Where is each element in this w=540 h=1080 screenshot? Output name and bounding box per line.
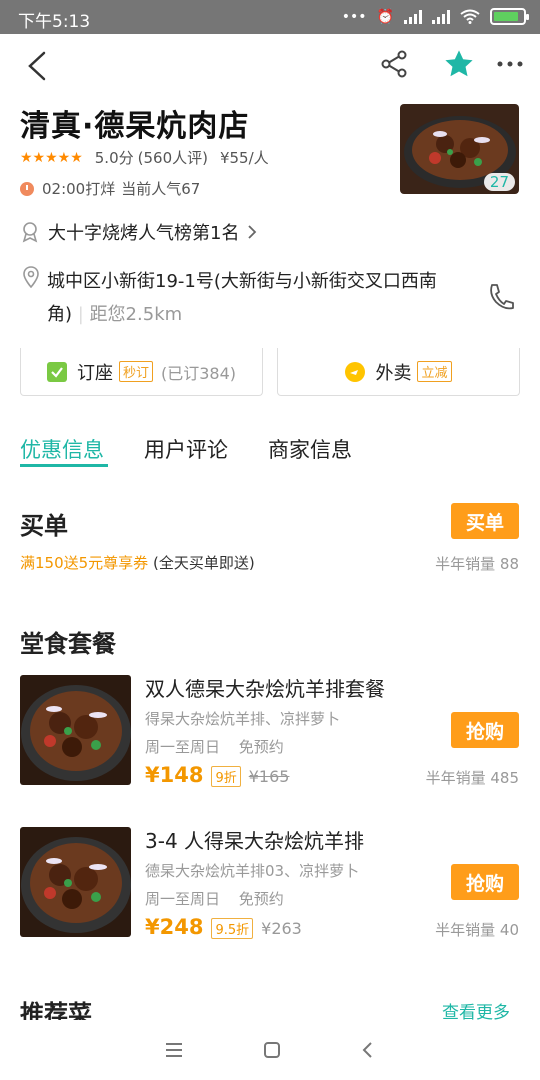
rating-score: 5.0分	[94, 149, 134, 167]
deal-price-row: ¥148 9折 ¥165	[145, 763, 289, 787]
deal-original-price: ¥165	[248, 767, 290, 786]
buy-button[interactable]: 抢购	[451, 864, 519, 900]
status-bar: 下午5:13 ••• ⏰	[0, 0, 540, 34]
photo-count-badge: 27	[483, 173, 515, 191]
location-pin-icon	[23, 266, 39, 288]
alarm-icon: ⏰	[376, 8, 394, 25]
deal-sales: 半年销量 485	[425, 769, 519, 787]
deal-sales: 半年销量 40	[435, 921, 519, 939]
more-icon[interactable]	[492, 46, 528, 82]
deal-image[interactable]	[20, 827, 131, 937]
back-icon[interactable]	[18, 46, 58, 86]
deal-discount: 9折	[211, 766, 241, 787]
hours-row: 02:00打烊 当前人气67	[20, 178, 200, 199]
clock-icon	[20, 181, 34, 196]
reserve-count: (已订384)	[160, 363, 237, 383]
deal-discount: 9.5折	[211, 918, 254, 939]
deal-price-row: ¥248 9.5折 ¥263	[145, 915, 302, 939]
rating-stars-icon: ★★★★★	[20, 149, 83, 166]
promo-rest: (全天买单即送)	[152, 554, 255, 572]
award-icon	[22, 222, 38, 243]
home-icon[interactable]	[263, 1041, 281, 1059]
pay-button[interactable]: 买单	[451, 503, 519, 539]
popularity: 当前人气67	[121, 180, 201, 198]
pay-sales: 半年销量 88	[435, 555, 519, 573]
page: { "status_bar": {"time": "下午5:13"}, "sho…	[0, 0, 540, 1080]
takeout-label: 外卖	[375, 362, 412, 384]
deal-price: ¥248	[145, 915, 204, 939]
signal-icon-2	[432, 9, 450, 24]
battery-icon	[490, 8, 529, 25]
deal-days: 周一至周日	[145, 738, 221, 756]
back-nav-icon[interactable]	[361, 1041, 375, 1059]
pay-section-title: 买单	[20, 512, 68, 540]
review-count: (560人评)	[137, 149, 208, 167]
reserve-button[interactable]: 订座 秒订 (已订384)	[20, 348, 263, 396]
rank-text: 大十字烧烤人气榜第1名	[48, 223, 240, 244]
shop-name: 清真·德杲炕肉店	[20, 109, 250, 144]
deal-booking: 免预约	[238, 890, 284, 908]
deal-booking: 免预约	[238, 738, 284, 756]
distance-text: 距您2.5km	[89, 304, 183, 325]
more-dots-icon: •••	[341, 8, 367, 25]
deal-items: 德杲大杂烩炕羊排03、凉拌萝卜	[145, 862, 360, 880]
deal-price: ¥148	[145, 763, 204, 787]
status-icons: ••• ⏰	[341, 8, 529, 25]
pay-promo: 满150送5元尊享券 (全天买单即送)	[20, 552, 255, 573]
favorite-star-icon[interactable]	[441, 46, 477, 82]
wifi-icon	[460, 9, 480, 24]
tab-reviews[interactable]: 用户评论	[144, 434, 228, 464]
reserve-label: 订座	[76, 362, 113, 384]
tab-offers[interactable]: 优惠信息	[20, 434, 104, 464]
tab-bar: 优惠信息 用户评论 商家信息	[20, 434, 392, 464]
closing-time: 02:00打烊	[42, 180, 116, 198]
deal-image[interactable]	[20, 675, 131, 785]
phone-icon[interactable]	[484, 280, 518, 314]
buy-button[interactable]: 抢购	[451, 712, 519, 748]
deal-original-price: ¥263	[261, 919, 302, 938]
takeout-tag: 立减	[417, 361, 452, 382]
deal-days: 周一至周日	[145, 890, 221, 908]
status-time: 下午5:13	[18, 12, 91, 32]
rating-row: ★★★★★ 5.0分 (560人评) ¥55/人	[20, 147, 281, 168]
tab-merchant-info[interactable]: 商家信息	[268, 434, 352, 464]
deal-availability: 周一至周日 免预约	[145, 888, 284, 909]
system-nav-bar	[0, 1020, 540, 1080]
promo-highlight: 满150送5元尊享券	[20, 554, 149, 572]
chevron-right-icon	[248, 225, 257, 239]
takeout-button[interactable]: 外卖 立减	[277, 348, 520, 396]
takeout-icon	[345, 361, 366, 382]
tab-active-underline	[20, 464, 108, 467]
reserve-check-icon	[46, 361, 67, 382]
price-per-person: ¥55/人	[219, 149, 269, 167]
reserve-tag: 秒订	[118, 361, 153, 382]
signal-icon	[404, 9, 422, 24]
dine-in-title: 堂食套餐	[20, 630, 116, 658]
deal-title[interactable]: 3-4 人得杲大杂烩炕羊排	[145, 825, 364, 854]
deal-availability: 周一至周日 免预约	[145, 736, 284, 757]
address-block[interactable]: 城中区小新街19-1号(大新街与小新街交叉口西南角) | 距您2.5km	[47, 265, 447, 331]
shop-photo[interactable]: 27	[400, 104, 519, 194]
deal-title[interactable]: 双人德杲大杂烩炕羊排套餐	[145, 673, 385, 702]
deal-items: 得杲大杂烩炕羊排、凉拌萝卜	[145, 710, 341, 728]
rank-row[interactable]: 大十字烧烤人气榜第1名	[20, 219, 259, 245]
share-icon[interactable]	[376, 46, 412, 82]
menu-icon[interactable]	[165, 1042, 183, 1058]
